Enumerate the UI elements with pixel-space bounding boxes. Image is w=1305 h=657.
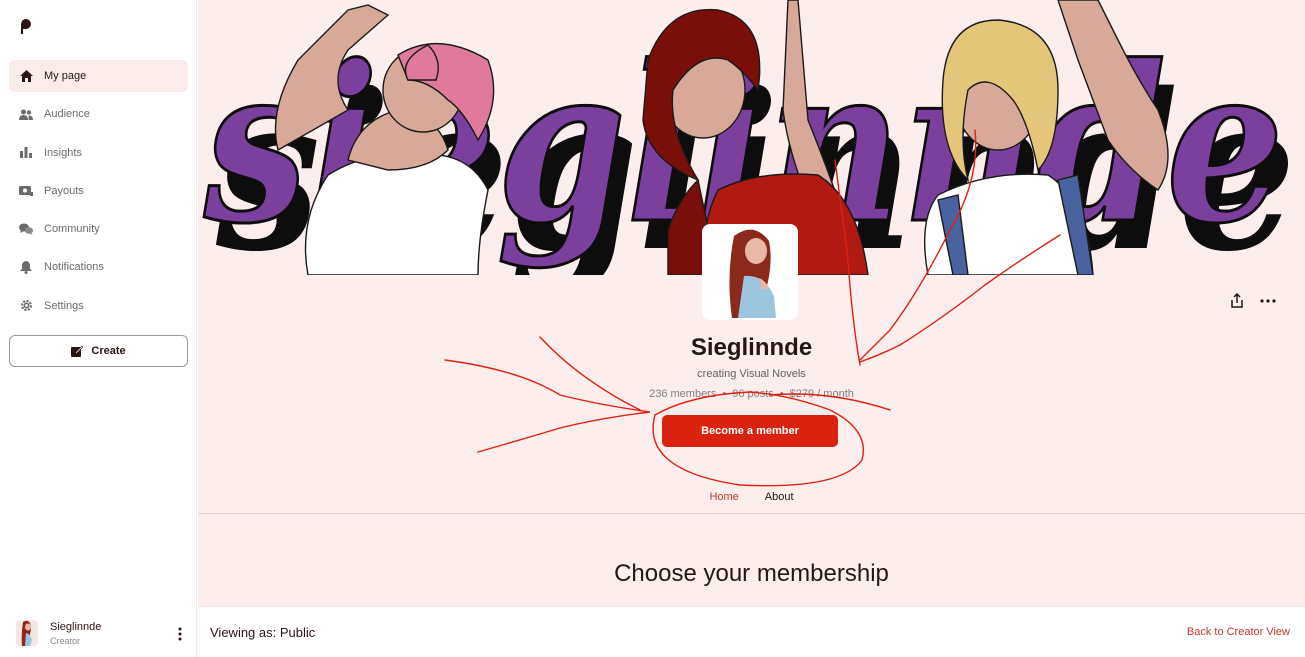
sidebar-item-label: My page bbox=[44, 70, 87, 82]
become-member-button[interactable]: Become a member bbox=[662, 415, 838, 447]
sidebar-item-my-page[interactable]: My page bbox=[9, 60, 188, 92]
user-role: Creator bbox=[50, 635, 81, 646]
sidebar-item-settings[interactable]: Settings bbox=[9, 290, 188, 322]
sidebar-item-payouts[interactable]: Payouts bbox=[9, 175, 188, 207]
sidebar-item-label: Community bbox=[44, 223, 100, 236]
sidebar-item-label: Audience bbox=[44, 108, 90, 121]
members-count: 236 members bbox=[649, 388, 717, 400]
sidebar-nav: My page Audience Insights Payouts Commun… bbox=[9, 60, 188, 328]
patreon-logo-icon[interactable] bbox=[19, 19, 33, 35]
sidebar-item-label: Notifications bbox=[44, 261, 104, 274]
monthly-income: $279 / month bbox=[789, 388, 854, 400]
sidebar-item-audience[interactable]: Audience bbox=[9, 98, 188, 130]
payout-icon bbox=[19, 184, 33, 198]
edit-icon bbox=[71, 345, 84, 357]
sidebar: My page Audience Insights Payouts Commun… bbox=[0, 0, 197, 657]
creator-tagline: creating Visual Novels bbox=[697, 368, 806, 380]
viewing-as-label: Viewing as: Public bbox=[210, 625, 316, 640]
sidebar-item-label: Settings bbox=[44, 299, 84, 312]
sidebar-item-insights[interactable]: Insights bbox=[9, 137, 188, 169]
posts-count: 96 posts bbox=[732, 388, 774, 400]
back-to-creator-view-link[interactable]: Back to Creator View bbox=[1187, 626, 1290, 638]
user-name: Sieglinnde bbox=[50, 620, 102, 633]
profile-avatar bbox=[702, 224, 798, 320]
page-tabs: Home About bbox=[198, 491, 1305, 503]
tab-about[interactable]: About bbox=[765, 491, 794, 503]
sidebar-item-community[interactable]: Community bbox=[9, 213, 188, 245]
creator-page: sieglinnde sieglinnde Sieglinnde creatin… bbox=[198, 0, 1305, 657]
more-vertical-icon[interactable] bbox=[178, 627, 182, 641]
chat-bubbles-icon bbox=[19, 222, 33, 236]
bell-icon bbox=[19, 260, 33, 274]
user-info: Sieglinnde Creator bbox=[50, 621, 101, 646]
home-icon bbox=[19, 69, 33, 83]
create-button-label: Create bbox=[91, 345, 126, 357]
sidebar-item-notifications[interactable]: Notifications bbox=[9, 251, 188, 283]
membership-heading: Choose your membership bbox=[614, 560, 889, 587]
creator-name: Sieglinnde bbox=[690, 334, 813, 361]
create-button[interactable]: Create bbox=[9, 335, 188, 367]
viewing-as-bar: Viewing as: Public Back to Creator View bbox=[198, 606, 1305, 657]
separator-dot: • bbox=[722, 388, 727, 400]
divider bbox=[198, 513, 1305, 514]
people-icon bbox=[19, 107, 33, 121]
gear-icon bbox=[19, 299, 33, 313]
bar-chart-icon bbox=[19, 146, 33, 160]
tab-home[interactable]: Home bbox=[709, 491, 738, 503]
sidebar-item-label: Payouts bbox=[44, 184, 84, 197]
user-account[interactable]: Sieglinnde Creator bbox=[16, 615, 188, 651]
creator-stats: 236 members • 96 posts • $279 / month bbox=[198, 388, 1305, 400]
more-horizontal-icon[interactable] bbox=[1259, 293, 1277, 309]
share-icon[interactable] bbox=[1229, 293, 1245, 309]
avatar bbox=[16, 620, 38, 646]
separator-dot: • bbox=[779, 388, 784, 400]
sidebar-item-label: Insights bbox=[44, 146, 82, 159]
